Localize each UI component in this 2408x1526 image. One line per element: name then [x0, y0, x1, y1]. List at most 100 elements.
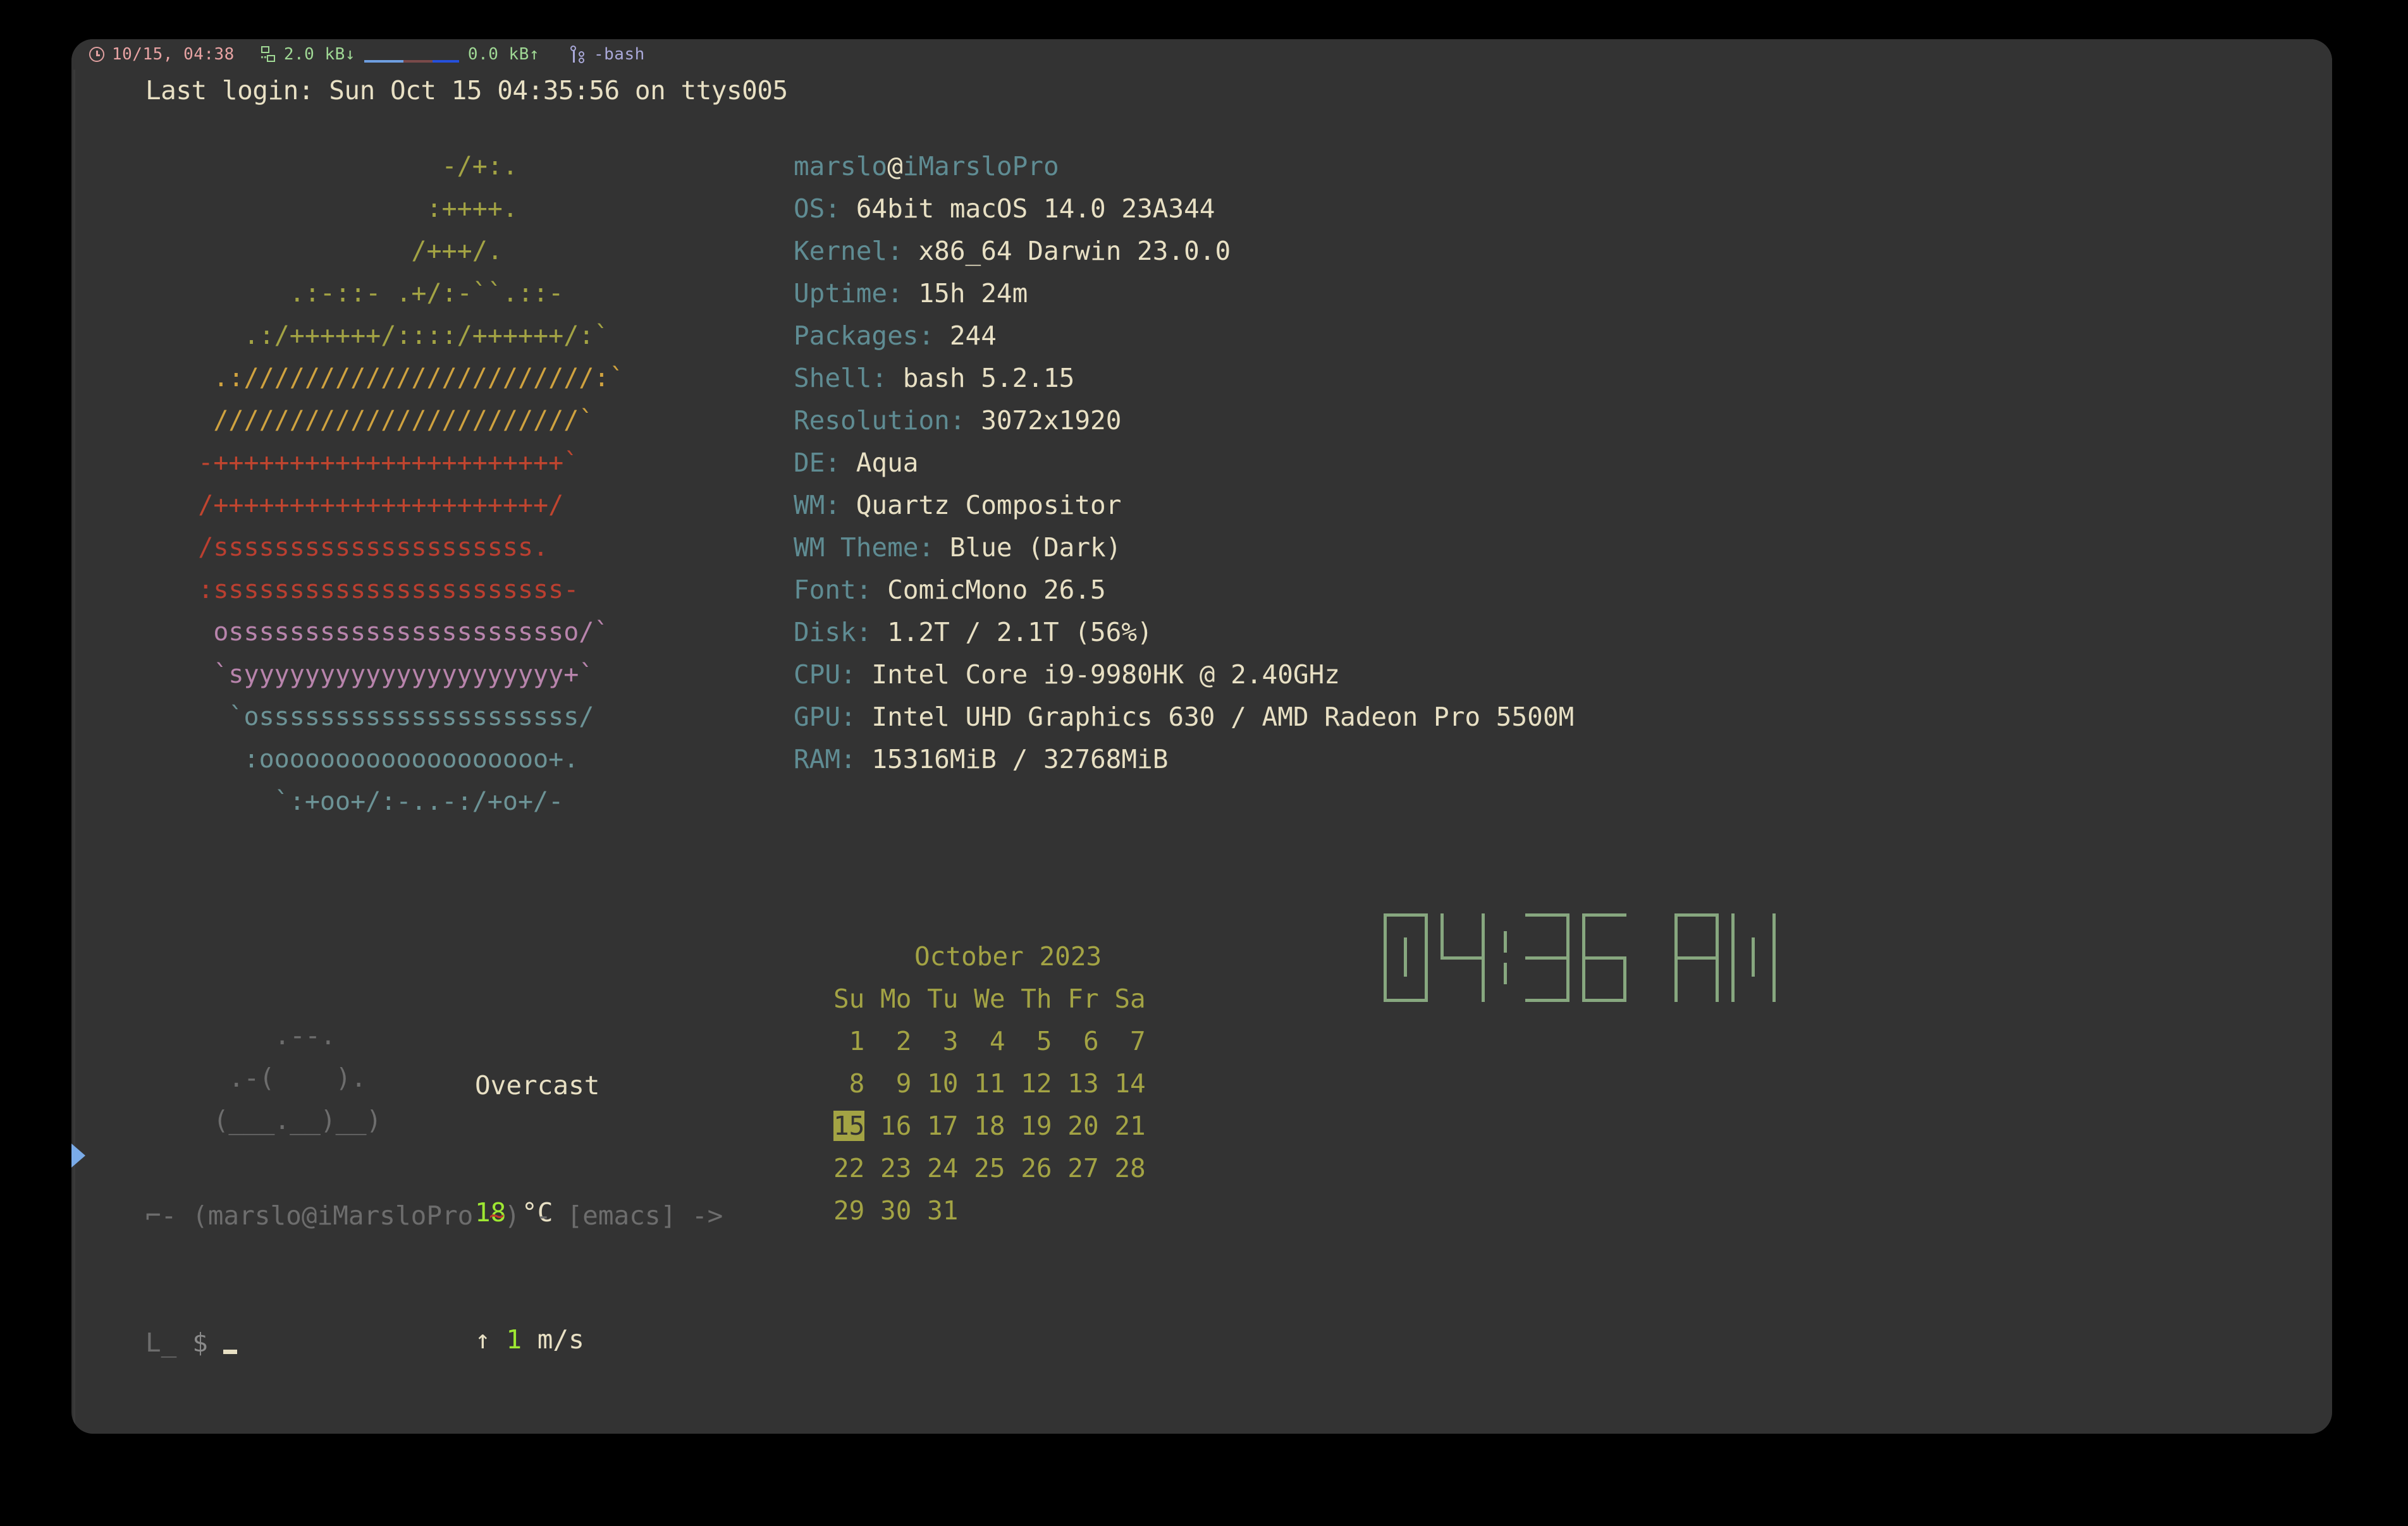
- terminal-title-bar[interactable]: 10/15, 04:38 2.0 kB↓ 0.0 kB↑ -bash: [71, 39, 2332, 70]
- titlebar-network-group: 2.0 kB↓ 0.0 kB↑: [235, 45, 539, 64]
- git-branch-icon: [570, 46, 586, 63]
- prompt-cwd: ~: [489, 1200, 505, 1231]
- neofetch-info-key: Resolution:: [794, 405, 981, 436]
- ascii-art-line: :sssssssssssssssssssssss-: [152, 575, 579, 604]
- neofetch-hostname: iMarsloPro: [902, 151, 1059, 181]
- ascii-art-line: /sssssssssssssssssssss.: [152, 533, 549, 562]
- terminal-left-rule: [73, 70, 75, 1434]
- prompt-user-host: ⌐- (marslo@iMarsloPro: [145, 1200, 489, 1231]
- calendar-widget: October 2023 Su Mo Tu We Th Fr Sa 1 2 3 4…: [833, 936, 1146, 1232]
- ascii-art-line: osssssssssssssssssssssso/`: [152, 618, 610, 647]
- ascii-art-line: `osssssssssssssssssssss/: [152, 702, 594, 731]
- neofetch-info-value: Aqua: [856, 448, 919, 478]
- shell-prompt[interactable]: ⌐- (marslo@iMarsloPro ~) - [emacs] -> L_…: [145, 1110, 723, 1434]
- calendar-week-row: 29 30 31: [833, 1195, 959, 1226]
- neofetch-info-row: OS: 64bit macOS 14.0 23A344: [794, 188, 1574, 230]
- neofetch-info-key: Font:: [794, 575, 888, 605]
- apple-ascii-logo: -/+:. :++++. /+++/. .:-::- .+/:-``.::- .…: [152, 145, 624, 823]
- ascii-art-line: -/+:.: [152, 152, 518, 181]
- neofetch-info-row: DE: Aqua: [794, 442, 1574, 484]
- neofetch-info-key: WM Theme:: [794, 532, 950, 563]
- neofetch-info-list: marslo@iMarsloPro OS: 64bit macOS 14.0 23…: [794, 145, 1574, 781]
- neofetch-username: marslo: [794, 151, 888, 181]
- last-login-line: Last login: Sun Oct 15 04:35:56 on ttys0…: [145, 75, 788, 106]
- text-cursor[interactable]: [223, 1350, 237, 1354]
- terminal-window[interactable]: 10/15, 04:38 2.0 kB↓ 0.0 kB↑ -bash Last …: [71, 39, 2332, 1434]
- clock-digit: [1731, 913, 1776, 1002]
- neofetch-info-row: Uptime: 15h 24m: [794, 272, 1574, 315]
- neofetch-info-row: Resolution: 3072x1920: [794, 400, 1574, 442]
- digital-clock: [1384, 913, 1788, 1002]
- clock-digit: [1674, 913, 1719, 1002]
- neofetch-info-value: x86_64 Darwin 23.0.0: [918, 236, 1231, 266]
- titlebar-download-rate: 2.0 kB↓: [283, 45, 355, 64]
- neofetch-info-row: CPU: Intel Core i9-9980HK @ 2.40GHz: [794, 654, 1574, 696]
- ascii-art-line: :ooooooooooooooooooo+.: [152, 745, 579, 774]
- neofetch-info-key: Kernel:: [794, 236, 919, 266]
- clock-digit: [1525, 913, 1570, 1002]
- neofetch-info-row: RAM: 15316MiB / 32768MiB: [794, 738, 1574, 781]
- clock-digit: [1582, 913, 1626, 1002]
- neofetch-info-row: Shell: bash 5.2.15: [794, 357, 1574, 400]
- clock-icon: [89, 47, 104, 62]
- neofetch-info-row: Font: ComicMono 26.5: [794, 569, 1574, 611]
- neofetch-info-key: GPU:: [794, 702, 872, 732]
- neofetch-info-value: 15316MiB / 32768MiB: [871, 744, 1169, 774]
- neofetch-info-key: OS:: [794, 193, 856, 224]
- neofetch-info-key: RAM:: [794, 744, 872, 774]
- neofetch-info-row: WM: Quartz Compositor: [794, 484, 1574, 527]
- ascii-art-line: .:/++++++/::::/++++++/:`: [152, 321, 610, 350]
- calendar-week-row: 8 9 10 11 12 13 14: [833, 1068, 1146, 1099]
- calendar-week-row: 15 16 17 18 19 20 21: [833, 1111, 1146, 1141]
- titlebar-datetime: 10/15, 04:38: [112, 45, 235, 64]
- ascii-art-line: /+++/.: [152, 236, 503, 266]
- neofetch-info-value: Intel UHD Graphics 630 / AMD Radeon Pro …: [871, 702, 1575, 732]
- calendar-week-row: 22 23 24 25 26 27 28: [833, 1153, 1146, 1183]
- clock-colon: [1497, 913, 1513, 1002]
- neofetch-info-row: WM Theme: Blue (Dark): [794, 527, 1574, 569]
- neofetch-info-row: Packages: 244: [794, 315, 1574, 357]
- neofetch-at-symbol: @: [887, 151, 903, 181]
- prompt-mode: ) - [emacs] ->: [504, 1200, 723, 1231]
- neofetch-info-value: Quartz Compositor: [856, 490, 1122, 520]
- neofetch-info-key: DE:: [794, 448, 856, 478]
- calendar-weekday-header: Su Mo Tu We Th Fr Sa: [833, 984, 1146, 1014]
- ascii-art-line: ////////////////////////`: [152, 406, 594, 435]
- desktop-background: 10/15, 04:38 2.0 kB↓ 0.0 kB↑ -bash Last …: [0, 0, 2408, 1526]
- neofetch-info-value: 64bit macOS 14.0 23A344: [856, 193, 1215, 224]
- prompt-dollar-sign: $: [192, 1328, 208, 1358]
- network-icon: [260, 46, 276, 63]
- neofetch-info-value: 3072x1920: [981, 405, 1122, 436]
- neofetch-info-row: marslo@iMarsloPro: [794, 145, 1574, 188]
- neofetch-info-row: Kernel: x86_64 Darwin 23.0.0: [794, 230, 1574, 272]
- weather-condition: Overcast: [475, 1070, 600, 1101]
- ascii-art-line: `syyyyyyyyyyyyyyyyyyyyy+`: [152, 660, 594, 689]
- neofetch-info-value: 1.2T / 2.1T (56%): [887, 617, 1153, 647]
- calendar-today-cell: 15: [833, 1111, 865, 1141]
- neofetch-info-value: Blue (Dark): [949, 532, 1122, 563]
- titlebar-datetime-group: 10/15, 04:38: [89, 45, 235, 64]
- neofetch-info-value: bash 5.2.15: [902, 363, 1075, 393]
- neofetch-info-value: ComicMono 26.5: [887, 575, 1106, 605]
- ascii-art-line: -+++++++++++++++++++++++`: [152, 448, 579, 477]
- neofetch-info-value: 15h 24m: [918, 278, 1028, 308]
- network-activity-bar: [364, 46, 459, 63]
- prompt-corner: L_: [145, 1328, 193, 1358]
- neofetch-info-key: Shell:: [794, 363, 903, 393]
- neofetch-info-value: Intel Core i9-9980HK @ 2.40GHz: [871, 659, 1340, 690]
- terminal-body[interactable]: Last login: Sun Oct 15 04:35:56 on ttys0…: [71, 70, 2332, 1434]
- titlebar-shell-group: -bash: [539, 45, 645, 64]
- neofetch-info-key: Uptime:: [794, 278, 919, 308]
- clock-digit: [1384, 913, 1428, 1002]
- clock-digit: [1440, 913, 1485, 1002]
- calendar-title: October 2023: [914, 941, 1102, 972]
- calendar-week-row: 1 2 3 4 5 6 7: [833, 1026, 1146, 1056]
- neofetch-info-value: 244: [949, 320, 997, 351]
- neofetch-info-key: WM:: [794, 490, 856, 520]
- ascii-art-line: .:-::- .+/:-``.::-: [152, 279, 564, 308]
- neofetch-info-row: Disk: 1.2T / 2.1T (56%): [794, 611, 1574, 654]
- ascii-art-line: /++++++++++++++++++++++/: [152, 491, 564, 520]
- prompt-line-2[interactable]: L_ $: [145, 1322, 723, 1364]
- prompt-marker-icon: [71, 1144, 85, 1168]
- ascii-art-line: `:+oo+/:-..-:/+o+/-: [152, 787, 564, 816]
